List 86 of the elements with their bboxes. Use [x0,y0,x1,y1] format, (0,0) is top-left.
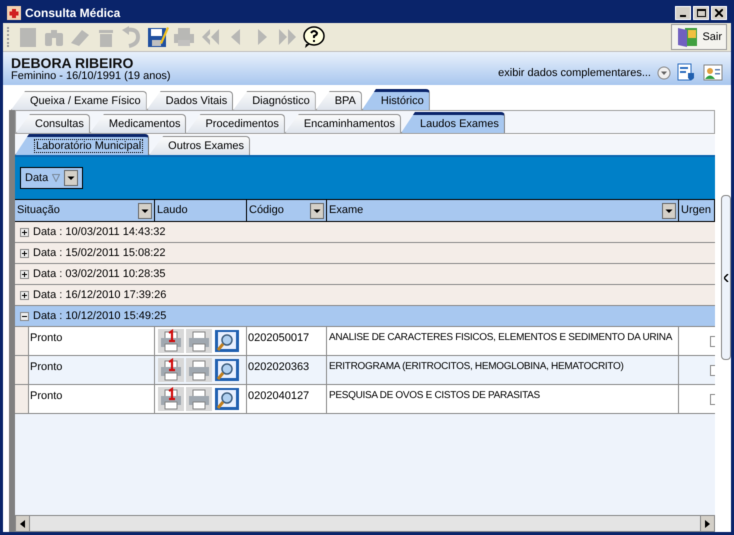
table-cell: Pronto [29,356,155,384]
tab[interactable]: Consultas [16,114,90,133]
document-search-icon[interactable] [214,358,240,382]
floppy-pencil-icon[interactable] [146,25,170,49]
column-header[interactable]: Código [247,200,327,221]
close-icon [715,9,723,17]
tab[interactable]: BPA [316,91,362,110]
print-one-icon[interactable] [158,387,184,411]
group-label: Data : 10/03/2011 14:43:32 [33,224,166,240]
group-by-chip[interactable]: Data [20,167,84,189]
filter-dropdown-icon[interactable] [662,202,676,218]
tab[interactable]: Medicamentos [90,114,186,133]
tab[interactable]: Dados Vitais [146,91,234,110]
group-row[interactable]: Data : 10/12/2010 15:49:25 [15,306,715,327]
minimize-button[interactable] [675,6,691,20]
printer-icon[interactable] [186,329,212,353]
table-cell: 0202050017 [247,327,327,355]
tab[interactable]: Laudos Exames [400,112,505,133]
collapse-icon[interactable] [20,312,29,320]
expand-icon[interactable] [20,270,29,278]
filter-dropdown-icon[interactable] [138,202,152,218]
checkbox[interactable] [710,364,715,376]
row-indicator[interactable] [15,327,29,355]
document-shield-icon[interactable] [677,63,697,83]
document-search-icon[interactable] [214,329,240,353]
horizontal-scrollbar[interactable] [15,515,715,532]
row-indicator[interactable] [15,356,29,384]
table-cell: 0202020363 [247,356,327,384]
expand-icon[interactable] [20,228,29,236]
filter-dropdown-icon[interactable] [310,202,324,218]
door-icon [676,26,698,48]
document-search-icon[interactable] [214,387,240,411]
tab[interactable]: Procedimentos [186,114,285,133]
print-one-icon[interactable] [158,358,184,382]
tab[interactable]: Diagnóstico [233,91,316,110]
table-cell: Pronto [29,385,155,413]
dropdown-icon[interactable] [64,170,78,186]
table-cell: 0202040127 [247,385,327,413]
contact-card-icon[interactable] [703,63,723,83]
tab[interactable]: Outros Exames [149,136,250,155]
group-label: Data : 16/12/2010 17:39:26 [33,288,166,303]
column-header[interactable]: Laudo [155,200,247,221]
expand-icon[interactable] [20,248,29,258]
exit-button[interactable]: Sair [671,24,727,50]
patient-details: Feminino - 16/10/1991 (19 anos) [11,70,171,83]
expand-icon[interactable] [20,290,29,300]
group-label: Data : 15/02/2011 15:08:22 [33,246,166,261]
row-indicator[interactable] [15,385,29,413]
side-panel-handle[interactable] [721,195,731,360]
tab[interactable]: Laboratório Municipal [15,134,150,155]
patient-name: DEBORA RIBEIRO [11,57,134,70]
more-data-link[interactable]: exibir dados complementares... [498,64,651,82]
group-row[interactable]: Data : 15/02/2011 15:08:22 [15,243,715,264]
right-arrow-icon [705,520,710,528]
column-header[interactable]: Exame [327,200,679,221]
column-header[interactable]: Situação [15,200,155,221]
maximize-icon [696,9,706,17]
table-cell: ANALISE DE CARACTERES FISICOS, ELEMENTOS E SEDIMENTO DA URINA [327,327,679,355]
scroll-right-button[interactable] [700,516,714,531]
minimize-icon [680,15,686,17]
group-row[interactable]: Data : 10/03/2011 14:43:32 [15,222,715,243]
close-button[interactable] [711,6,727,20]
printer-icon[interactable] [186,387,212,411]
scroll-left-button[interactable] [16,516,30,531]
sort-icon [52,174,60,182]
checkbox[interactable] [710,394,715,404]
tab[interactable]: Queixa / Exame Físico [11,91,147,110]
window-title: Consulta Médica [25,5,122,22]
group-label: Data : 03/02/2011 10:28:35 [33,266,166,282]
help-icon[interactable] [302,25,326,49]
left-arrow-icon [20,520,25,528]
column-header[interactable]: Urgen [679,200,715,221]
group-row[interactable]: Data : 16/12/2010 17:39:26 [15,285,715,306]
group-row[interactable]: Data : 03/02/2011 10:28:35 [15,264,715,285]
maximize-button[interactable] [693,6,709,20]
table-cell: Pronto [29,327,155,355]
collapse-icon [724,274,728,282]
printer-icon[interactable] [186,358,212,382]
app-icon [7,6,21,20]
checkbox[interactable] [710,336,715,346]
tab[interactable]: Histórico [362,89,430,110]
group-label: Data : 10/12/2010 15:49:25 [33,308,166,324]
table-cell: PESQUISA DE OVOS E CISTOS DE PARASITAS [327,385,679,413]
tab[interactable]: Encaminhamentos [284,114,401,133]
print-one-icon[interactable] [158,329,184,353]
table-cell: ERITROGRAMA (ERITROCITOS, HEMOGLOBINA, HEMATOCRITO) [327,356,679,384]
